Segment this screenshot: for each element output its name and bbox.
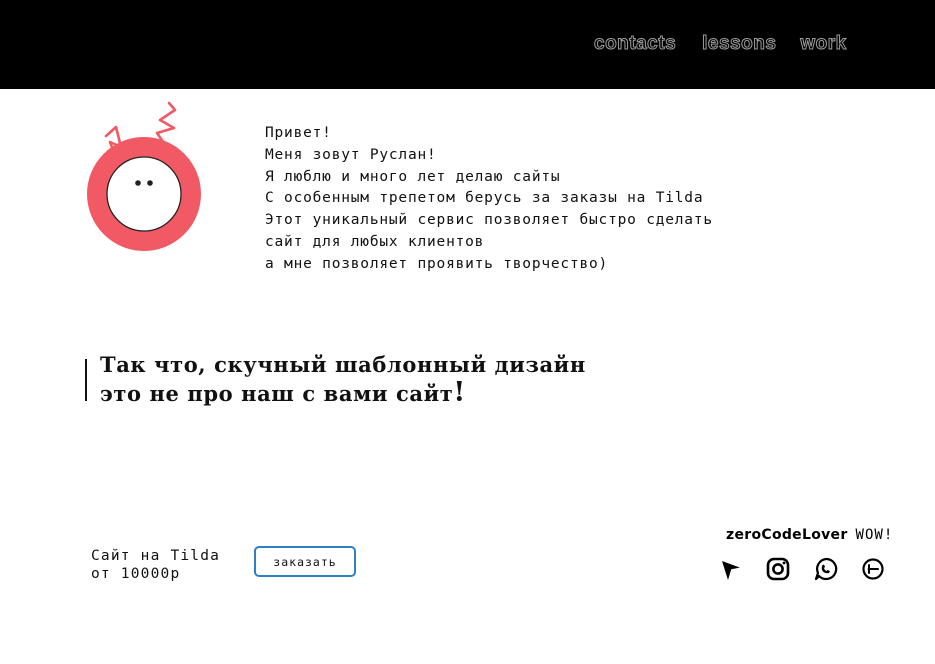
intro-text: Привет! Меня зовут Руслан! Я люблю и мно… (265, 123, 825, 276)
intro-line: Этот уникальный сервис позволяет быстро … (265, 212, 713, 229)
intro-line: Меня зовут Руслан! (265, 146, 437, 163)
timer-icon[interactable] (860, 556, 886, 582)
quote-line-1: Так что, скучный шаблонный дизайн (100, 352, 586, 377)
brand-tagline: WOW! (855, 527, 894, 543)
nav-link-work[interactable]: work (800, 33, 847, 55)
telegram-icon[interactable] (719, 556, 745, 582)
intro-line: а мне позволяет проявить творчество) (265, 255, 609, 272)
intro-line: С особенным трепетом берусь за заказы на… (265, 190, 704, 207)
quote-exclamation: ! (453, 377, 466, 408)
quote-accent-bar (85, 359, 87, 401)
instagram-icon[interactable] (765, 556, 791, 582)
intro-line: сайт для любых клиентов (265, 233, 485, 250)
brand-name: zeroCodeLover (726, 527, 848, 543)
brand-signature: zeroCodeLover WOW! (726, 527, 893, 543)
quote-heading: Так что, скучный шаблонный дизайн это не… (100, 351, 586, 408)
nav-link-contacts[interactable]: contacts (593, 33, 676, 55)
top-bar: contacts lessons work (0, 0, 935, 89)
smiley-face-with-lightning-icon (86, 100, 206, 255)
main-nav: contacts lessons work (593, 33, 847, 55)
order-button[interactable]: заказать (254, 546, 356, 577)
quote-line-2-text: это не про наш с вами сайт (100, 381, 454, 406)
offer-line-2: от 10000р (91, 566, 181, 582)
nav-link-lessons[interactable]: lessons (702, 33, 777, 55)
intro-line: Я люблю и много лет делаю сайты (265, 168, 561, 185)
price-offer: Сайт на Tilda от 10000р (91, 547, 220, 583)
quote-line-2: это не про наш с вами сайт! (100, 379, 586, 408)
whatsapp-icon[interactable] (813, 556, 839, 582)
intro-line: Привет! (265, 125, 332, 141)
offer-line-1: Сайт на Tilda (91, 548, 221, 564)
